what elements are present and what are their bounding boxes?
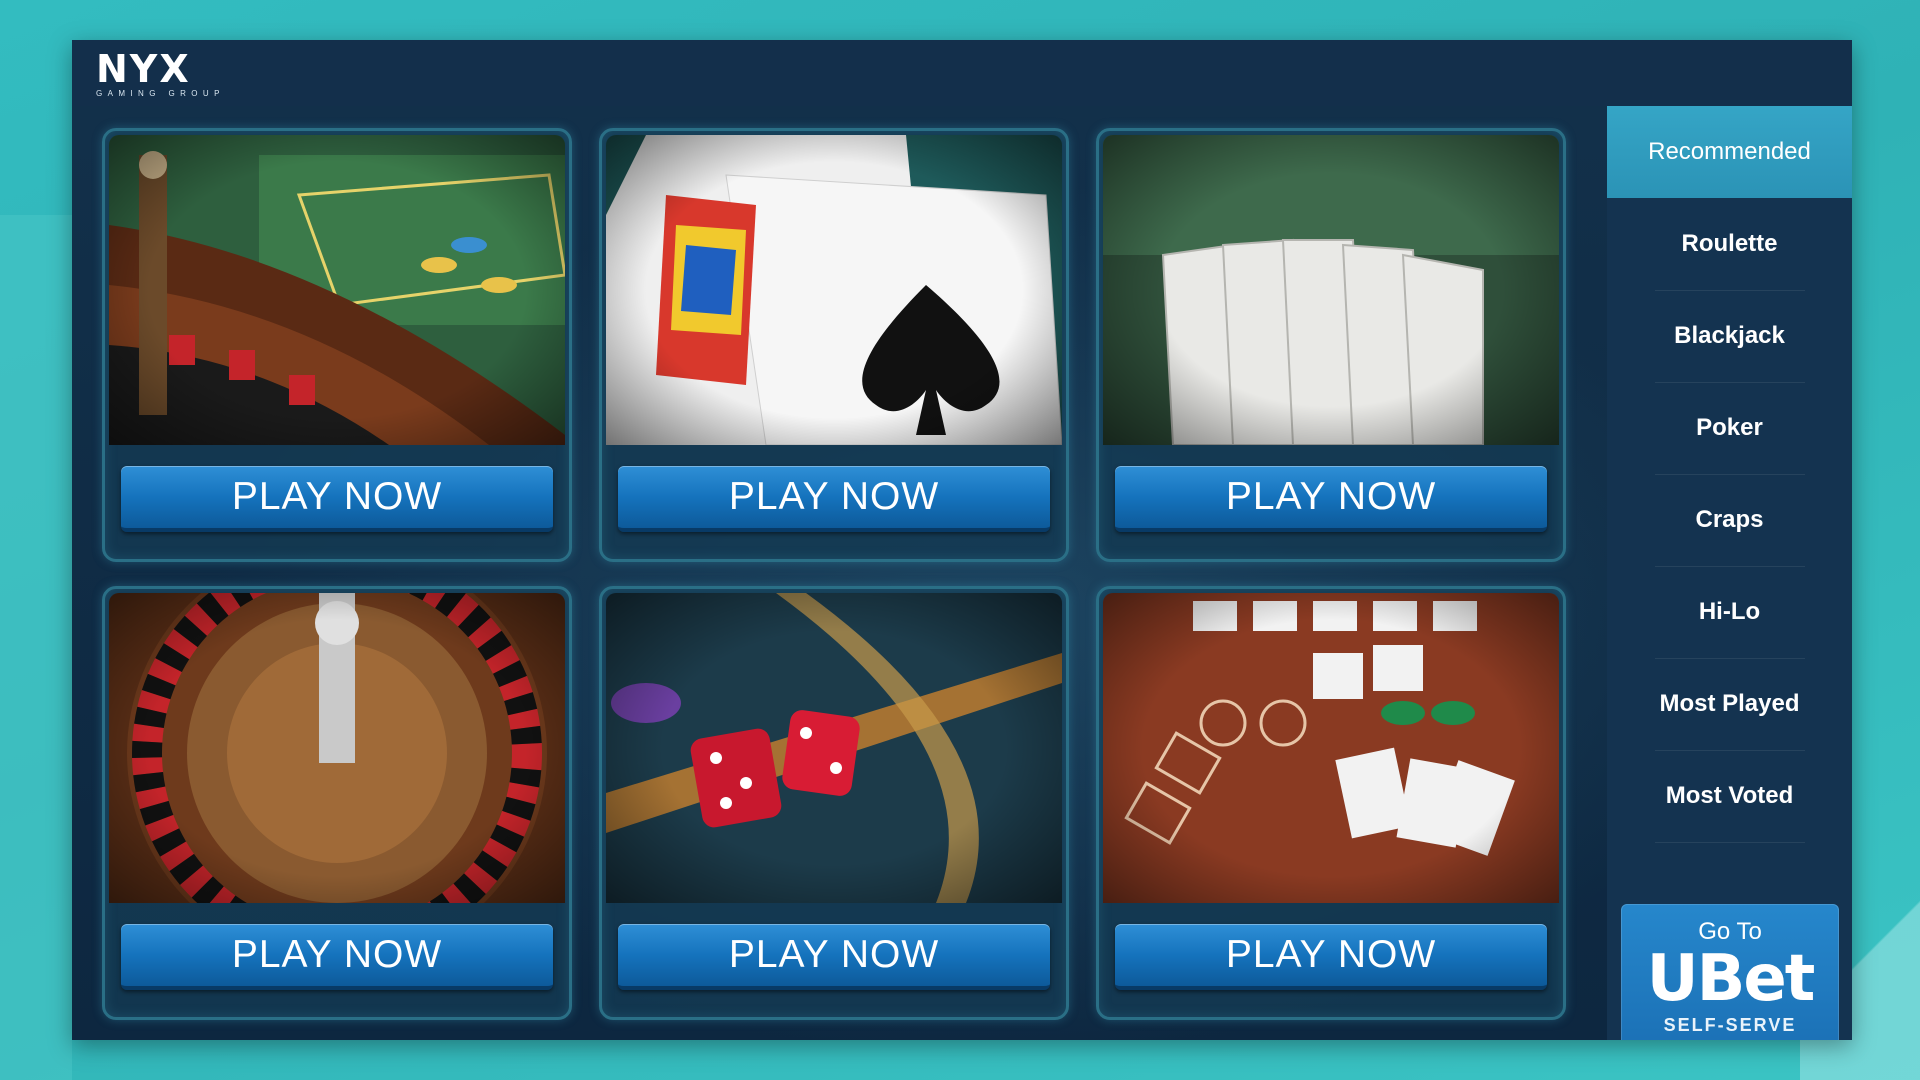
game-card-roulette-table: PLAY NOW (102, 128, 572, 562)
play-now-button[interactable]: PLAY NOW (618, 924, 1050, 990)
ubet-logo: UBet (1646, 942, 1816, 1016)
play-now-button[interactable]: PLAY NOW (1115, 924, 1547, 990)
ubet-subtitle: SELF-SERVE SPORTS (1663, 1015, 1797, 1035)
logo-text: NYX (96, 47, 191, 91)
ubet-promo-button[interactable]: Go To UBet SELF-SERVE SPORTS (1621, 904, 1839, 1040)
sidebar-item-poker[interactable]: Poker (1607, 382, 1852, 474)
category-sidebar: Recommended Roulette Blackjack Poker Cra… (1607, 106, 1852, 1040)
app-window: NYX GAMING GROUP PLAY NOW PLAY NOW PLAY … (72, 40, 1852, 1040)
roulette-wheel-image[interactable] (109, 593, 565, 903)
game-card-craps: PLAY NOW (599, 586, 1069, 1020)
top-bar: NYX GAMING GROUP (72, 40, 1852, 106)
game-grid: PLAY NOW PLAY NOW PLAY NOW PLAY NOW PLAY… (102, 128, 1582, 1028)
roulette-table-image[interactable] (109, 135, 565, 445)
craps-dice-image[interactable] (606, 593, 1062, 903)
sidebar-item-most-voted[interactable]: Most Voted (1607, 750, 1852, 842)
sidebar-item-roulette[interactable]: Roulette (1607, 198, 1852, 290)
hi-lo-table-image[interactable] (1103, 593, 1559, 903)
sidebar-item-hi-lo[interactable]: Hi-Lo (1607, 566, 1852, 658)
background-shape-left (0, 215, 72, 1080)
game-card-roulette-wheel: PLAY NOW (102, 586, 572, 1020)
ubet-goto-label: Go To (1698, 918, 1762, 945)
sidebar-item-craps[interactable]: Craps (1607, 474, 1852, 566)
play-now-button[interactable]: PLAY NOW (121, 466, 553, 532)
logo-subtitle: GAMING GROUP (96, 89, 225, 98)
play-now-button[interactable]: PLAY NOW (1115, 466, 1547, 532)
sidebar-divider (1655, 842, 1805, 843)
sidebar-item-recommended[interactable]: Recommended (1607, 106, 1852, 198)
play-now-button[interactable]: PLAY NOW (618, 466, 1050, 532)
blackjack-cards-image[interactable] (606, 135, 1062, 445)
game-card-blackjack: PLAY NOW (599, 128, 1069, 562)
game-card-poker: PLAY NOW (1096, 128, 1566, 562)
play-now-button[interactable]: PLAY NOW (121, 924, 553, 990)
sidebar-item-most-played[interactable]: Most Played (1607, 658, 1852, 750)
poker-cards-image[interactable] (1103, 135, 1559, 445)
game-card-hi-lo: PLAY NOW (1096, 586, 1566, 1020)
nyx-logo: NYX GAMING GROUP (96, 50, 226, 100)
game-grid-area: PLAY NOW PLAY NOW PLAY NOW PLAY NOW PLAY… (72, 106, 1607, 1040)
sidebar-item-blackjack[interactable]: Blackjack (1607, 290, 1852, 382)
